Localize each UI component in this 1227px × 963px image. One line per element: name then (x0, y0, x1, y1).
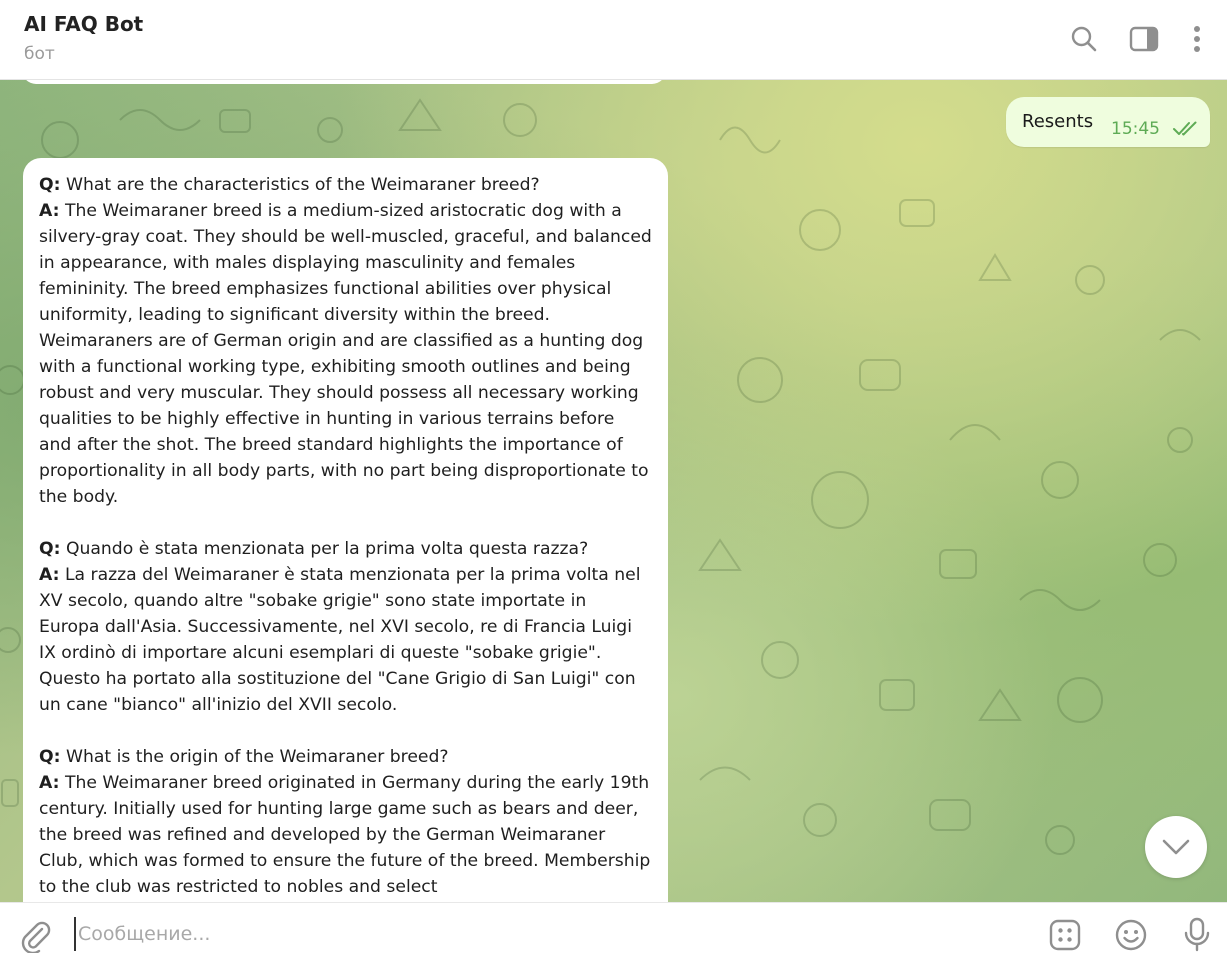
telegram-chat-window: AI FAQ Bot бот Resents 15:45 Q: What are… (0, 0, 1227, 963)
message-composer (0, 902, 1227, 963)
double-check-icon (1173, 121, 1197, 136)
more-options-button[interactable] (1180, 22, 1214, 56)
outgoing-message-text: Resents (1022, 111, 1094, 132)
message-time: 15:45 (1111, 119, 1160, 139)
question-text: What are the characteristics of the Weim… (65, 175, 540, 195)
question-text: Quando è stata menzionata per la prima v… (65, 539, 589, 559)
attach-button[interactable] (18, 919, 52, 955)
more-vertical-icon (1194, 26, 1200, 52)
chat-header: AI FAQ Bot бот (0, 0, 1227, 80)
qa-answer: A: La razza del Weimaraner è stata menzi… (39, 562, 652, 718)
previous-message-bubble-edge (22, 80, 666, 84)
voice-message-button[interactable] (1179, 917, 1215, 953)
sidebar-toggle-button[interactable] (1127, 22, 1161, 56)
qa-question: Q: What are the characteristics of the W… (39, 172, 652, 198)
bot-commands-icon (1049, 919, 1081, 951)
bot-commands-button[interactable] (1047, 917, 1083, 953)
qa-item: Q: What are the characteristics of the W… (39, 172, 652, 510)
qa-answer: A: The Weimaraner breed originated in Ge… (39, 770, 652, 900)
outgoing-message-bubble[interactable]: Resents 15:45 (1006, 97, 1210, 147)
search-icon (1071, 26, 1097, 52)
scroll-to-bottom-button[interactable] (1145, 816, 1207, 878)
emoji-button[interactable] (1113, 917, 1149, 953)
search-button[interactable] (1067, 22, 1101, 56)
answer-label: A: (39, 201, 60, 221)
answer-text: The Weimaraner breed originated in Germa… (39, 773, 651, 897)
qa-question: Q: What is the origin of the Weimaraner … (39, 744, 652, 770)
incoming-message-text: Q: What are the characteristics of the W… (39, 172, 652, 900)
emoji-icon (1115, 919, 1147, 951)
answer-label: A: (39, 773, 60, 793)
qa-answer: A: The Weimaraner breed is a medium-size… (39, 198, 652, 510)
message-input[interactable] (74, 917, 1014, 951)
question-label: Q: (39, 175, 61, 195)
paperclip-icon (21, 921, 51, 955)
answer-label: A: (39, 565, 60, 585)
qa-item: Q: What is the origin of the Weimaraner … (39, 744, 652, 900)
qa-item: Q: Quando è stata menzionata per la prim… (39, 536, 652, 718)
answer-text: La razza del Weimaraner è stata menziona… (39, 565, 641, 715)
sidebar-toggle-icon (1129, 26, 1159, 52)
qa-question: Q: Quando è stata menzionata per la prim… (39, 536, 652, 562)
chevron-down-icon (1162, 839, 1190, 855)
chat-messages-area[interactable]: Resents 15:45 Q: What are the characteri… (0, 80, 1227, 902)
question-label: Q: (39, 539, 61, 559)
answer-text: The Weimaraner breed is a medium-sized a… (39, 201, 652, 507)
question-label: Q: (39, 747, 61, 767)
chat-title[interactable]: AI FAQ Bot (24, 12, 143, 36)
question-text: What is the origin of the Weimaraner bre… (65, 747, 449, 767)
incoming-message-bubble[interactable]: Q: What are the characteristics of the W… (23, 158, 668, 902)
chat-subtitle: бот (24, 44, 55, 64)
microphone-icon (1184, 917, 1210, 952)
